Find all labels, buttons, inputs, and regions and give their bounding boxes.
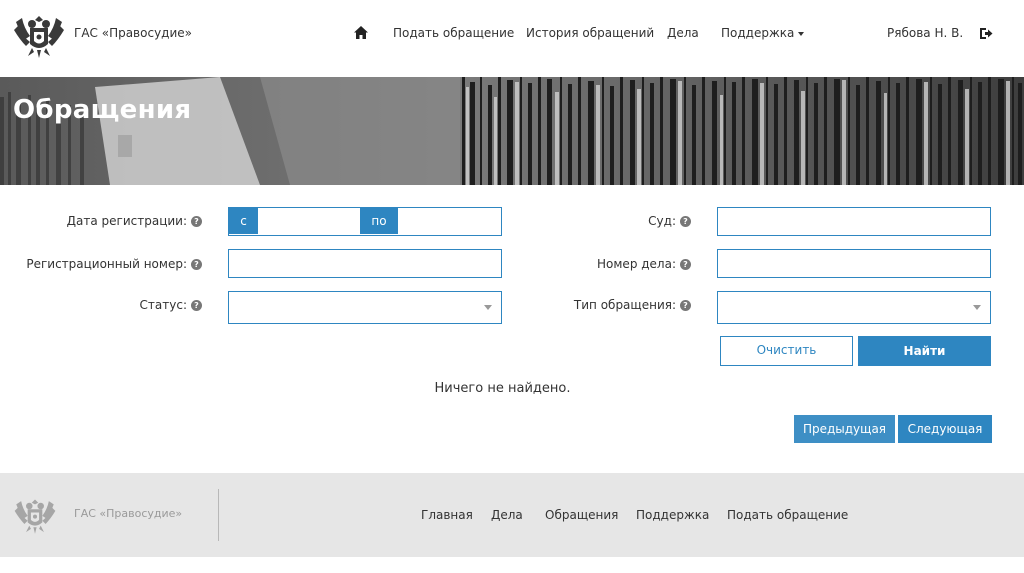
- status-label: Статус:?: [140, 298, 202, 312]
- page-title: Обращения: [13, 95, 192, 125]
- reg-number-input[interactable]: [228, 249, 502, 278]
- chevron-down-icon: [973, 305, 981, 310]
- question-circle-icon[interactable]: ?: [680, 259, 691, 270]
- clear-button[interactable]: Очистить: [720, 336, 853, 366]
- question-circle-icon[interactable]: ?: [191, 216, 202, 227]
- chevron-down-icon: [484, 305, 492, 310]
- footer-brand: ГАС «Правосудие»: [74, 507, 183, 520]
- court-label: Суд:?: [648, 214, 691, 228]
- previous-page-button[interactable]: Предыдущая: [794, 415, 895, 443]
- question-circle-icon[interactable]: ?: [680, 216, 691, 227]
- court-input[interactable]: [717, 207, 991, 236]
- empty-results-message: Ничего не найдено.: [434, 381, 571, 396]
- find-button[interactable]: Найти: [858, 336, 991, 366]
- case-number-label-text: Номер дела:: [597, 257, 676, 271]
- footer-nav-support[interactable]: Поддержка: [636, 508, 709, 522]
- registration-date-label: Дата регистрации:?: [67, 214, 202, 228]
- nav-support-dropdown[interactable]: Поддержка: [721, 26, 805, 40]
- status-label-text: Статус:: [139, 298, 187, 312]
- date-to-input[interactable]: [398, 208, 500, 234]
- request-type-select[interactable]: [717, 291, 991, 324]
- status-select[interactable]: [228, 291, 502, 324]
- court-label-text: Суд:: [648, 214, 676, 228]
- nav-support-label: Поддержка: [721, 26, 795, 40]
- question-circle-icon[interactable]: ?: [191, 300, 202, 311]
- top-header: ГАС «Правосудие» Подать обращение Истори…: [0, 0, 1024, 77]
- logout-icon[interactable]: [979, 27, 993, 40]
- footer-nav-submit-request[interactable]: Подать обращение: [727, 508, 848, 522]
- footer-nav-home[interactable]: Главная: [421, 508, 473, 522]
- reg-number-label: Регистрационный номер:?: [26, 257, 202, 271]
- question-circle-icon[interactable]: ?: [680, 300, 691, 311]
- reg-number-label-text: Регистрационный номер:: [26, 257, 187, 271]
- case-number-label: Номер дела:?: [597, 257, 691, 271]
- date-from-addon: с: [229, 208, 258, 234]
- question-circle-icon[interactable]: ?: [191, 259, 202, 270]
- banner-background-image: [0, 77, 1024, 185]
- registration-date-label-text: Дата регистрации:: [66, 214, 187, 228]
- request-type-label: Тип обращения:?: [574, 298, 691, 312]
- coat-of-arms-logo[interactable]: [12, 10, 66, 60]
- chevron-down-icon: [798, 31, 805, 36]
- brand-name[interactable]: ГАС «Правосудие»: [74, 26, 192, 40]
- nav-cases[interactable]: Дела: [667, 26, 699, 40]
- nav-submit-request[interactable]: Подать обращение: [393, 26, 514, 40]
- footer-divider: [218, 489, 219, 541]
- case-number-input[interactable]: [717, 249, 991, 278]
- registration-date-range: с по: [228, 207, 502, 236]
- date-to-addon: по: [360, 208, 398, 234]
- home-icon[interactable]: [354, 26, 368, 39]
- footer-nav-requests[interactable]: Обращения: [545, 508, 618, 522]
- footer-nav-cases[interactable]: Дела: [491, 508, 523, 522]
- nav-request-history[interactable]: История обращений: [526, 26, 654, 40]
- user-name[interactable]: Рябова Н. В.: [887, 26, 963, 40]
- request-type-label-text: Тип обращения:: [573, 298, 676, 312]
- next-page-button[interactable]: Следующая: [898, 415, 992, 443]
- page-footer: ГАС «Правосудие» Главная Дела Обращения …: [0, 473, 1024, 557]
- page-banner: [0, 77, 1024, 185]
- coat-of-arms-logo[interactable]: [13, 493, 57, 537]
